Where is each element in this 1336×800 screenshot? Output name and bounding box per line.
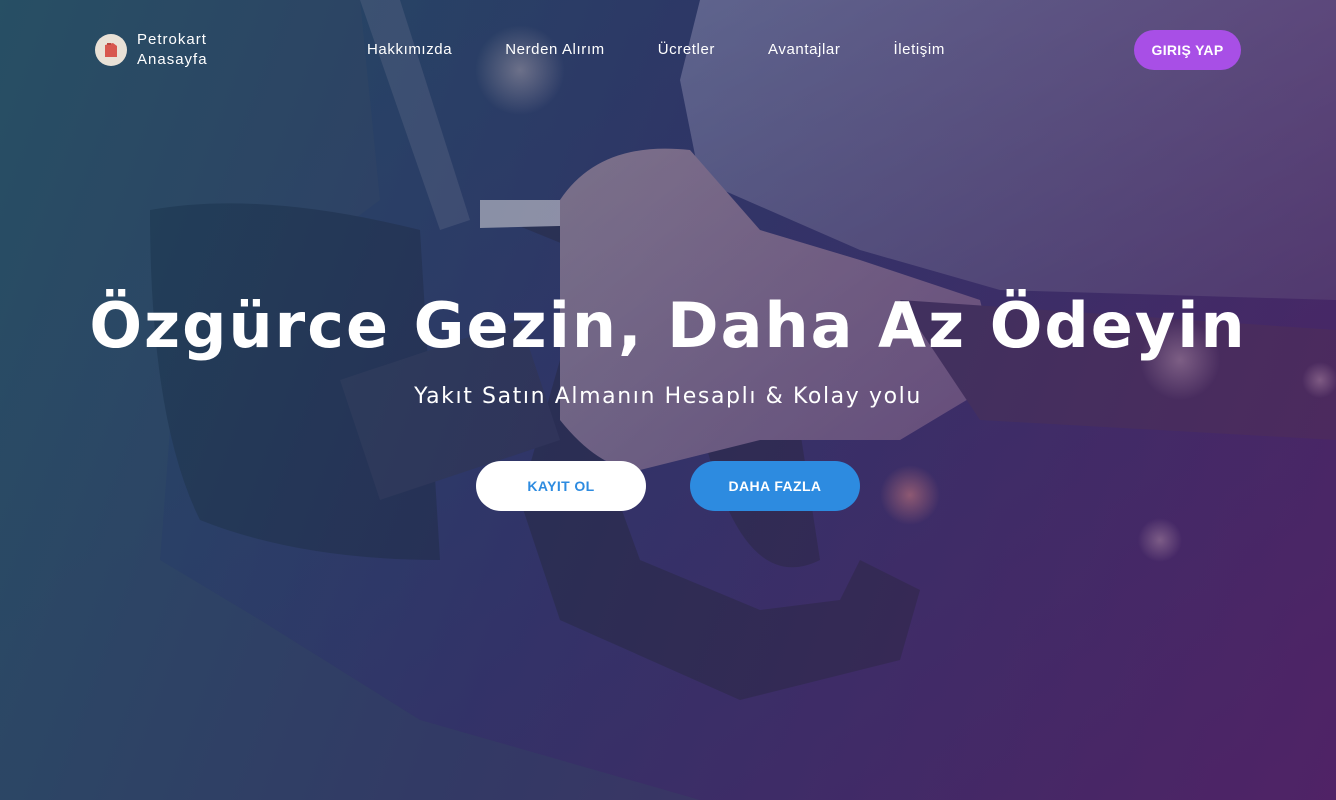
nav-item-hakkimizda[interactable]: Hakkımızda [367, 40, 452, 60]
learn-more-button[interactable]: DAHA FAZLA [690, 461, 860, 511]
nav-item-avantajlar[interactable]: Avantajlar [768, 40, 840, 60]
main-nav: Hakkımızda Nerden Alırım Ücretler Avanta… [367, 40, 998, 60]
brand-text: Petrokart Anasayfa [137, 30, 208, 70]
hero-section: Petrokart Anasayfa Hakkımızda Nerden Alı… [0, 0, 1336, 800]
fuel-can-icon [95, 34, 127, 66]
hero-title: Özgürce Gezin, Daha Az Ödeyin [89, 289, 1247, 362]
login-button[interactable]: GIRIŞ YAP [1134, 30, 1241, 70]
hero-subtitle: Yakıt Satın Almanın Hesaplı & Kolay yolu [414, 384, 922, 409]
nav-item-iletisim[interactable]: İletişim [893, 40, 944, 60]
top-navbar: Petrokart Anasayfa Hakkımızda Nerden Alı… [0, 0, 1336, 100]
register-button[interactable]: KAYIT OL [476, 461, 646, 511]
nav-item-nerden-alirim[interactable]: Nerden Alırım [505, 40, 605, 60]
brand-subtitle: Anasayfa [137, 51, 208, 68]
brand-name: Petrokart [137, 31, 207, 48]
brand-home-link[interactable]: Petrokart Anasayfa [95, 30, 208, 70]
nav-item-ucretler[interactable]: Ücretler [658, 40, 715, 60]
